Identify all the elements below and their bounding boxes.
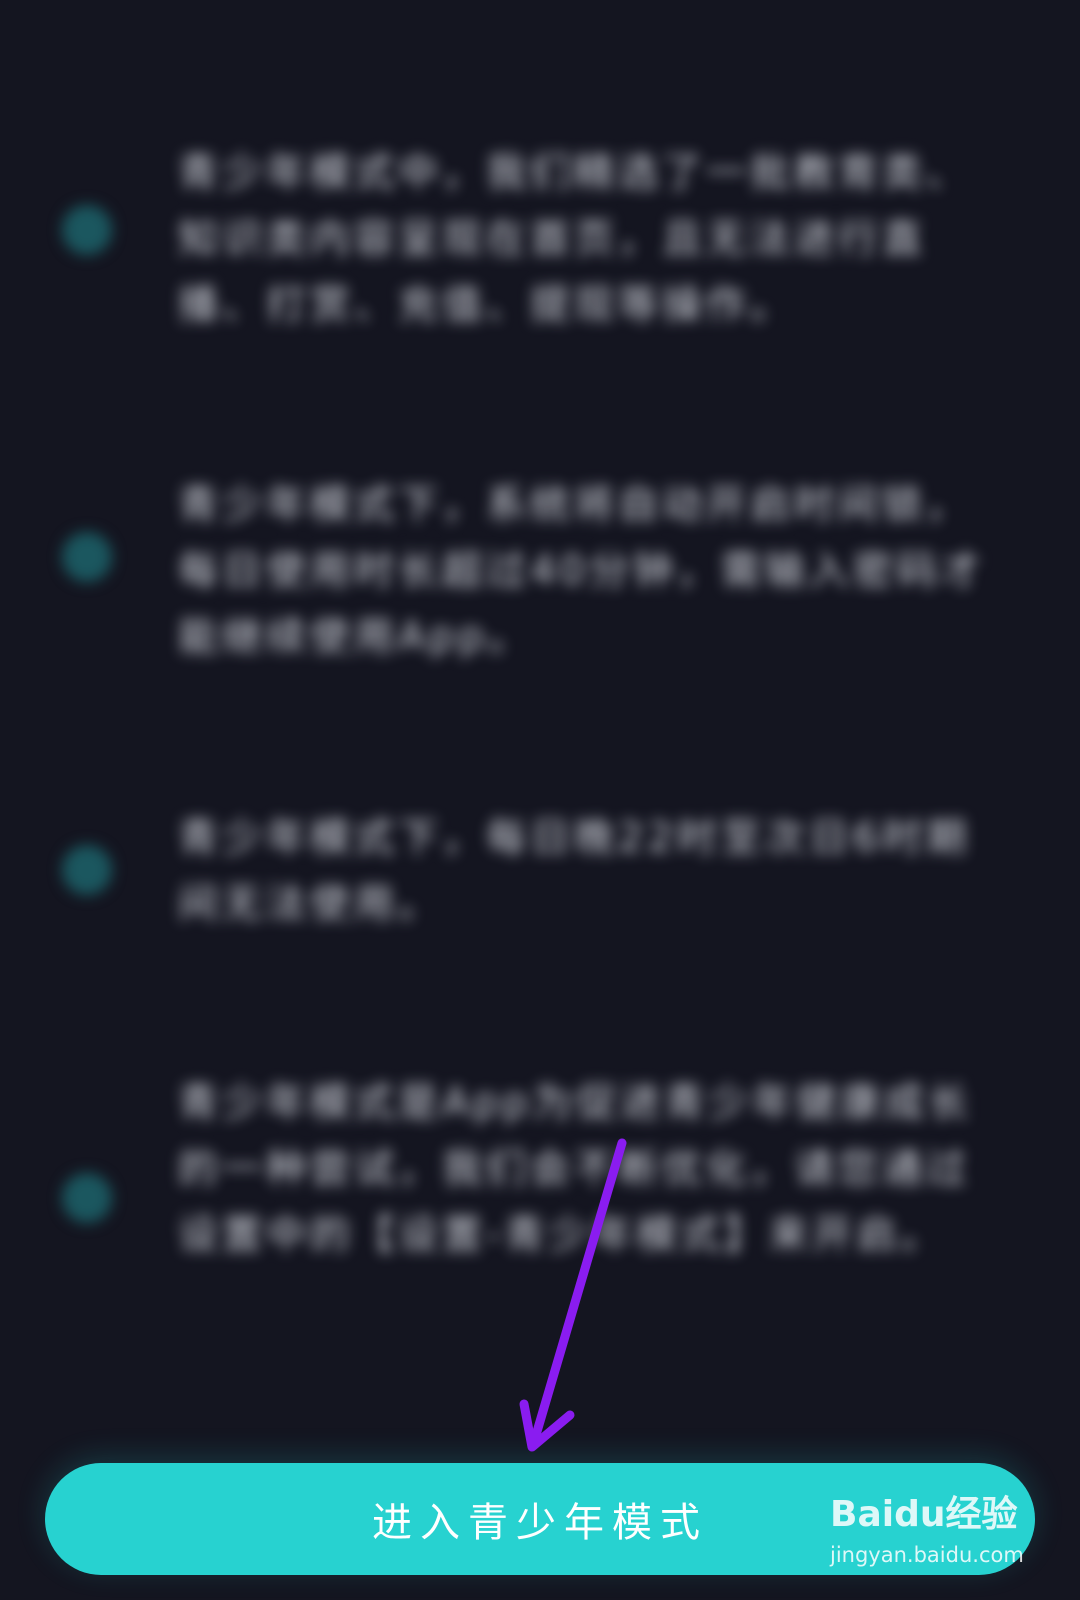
teen-mode-screen: 青少年模式中，我们精选了一批教育类、知识类内容呈现在首页，且无法进行直播、打赏、… [0, 0, 1080, 1600]
clock-icon [62, 532, 112, 582]
blurred-content: 青少年模式中，我们精选了一批教育类、知识类内容呈现在首页，且无法进行直播、打赏、… [0, 0, 1080, 1600]
info-text: 青少年模式是App为促进青少年健康成长的一种尝试，我们会不断优化，请您通过设置中… [178, 1080, 973, 1258]
shield-icon [62, 205, 112, 255]
baidu-watermark: Baidu经验 jingyan.baidu.com [830, 1485, 1060, 1585]
info-text: 青少年模式下，系统将自动开启时间锁，每日使用时长超过40分钟，需输入密码才能继续… [178, 482, 985, 660]
moon-icon [62, 845, 112, 895]
settings-icon [62, 1173, 112, 1223]
info-text: 青少年模式下，每日晚22时至次日6时期间无法使用。 [178, 815, 971, 927]
info-text: 青少年模式中，我们精选了一批教育类、知识类内容呈现在首页，且无法进行直播、打赏、… [178, 150, 970, 328]
watermark-brand: Baidu经验 [830, 1494, 1018, 1535]
watermark-url: jingyan.baidu.com [830, 1543, 1024, 1567]
